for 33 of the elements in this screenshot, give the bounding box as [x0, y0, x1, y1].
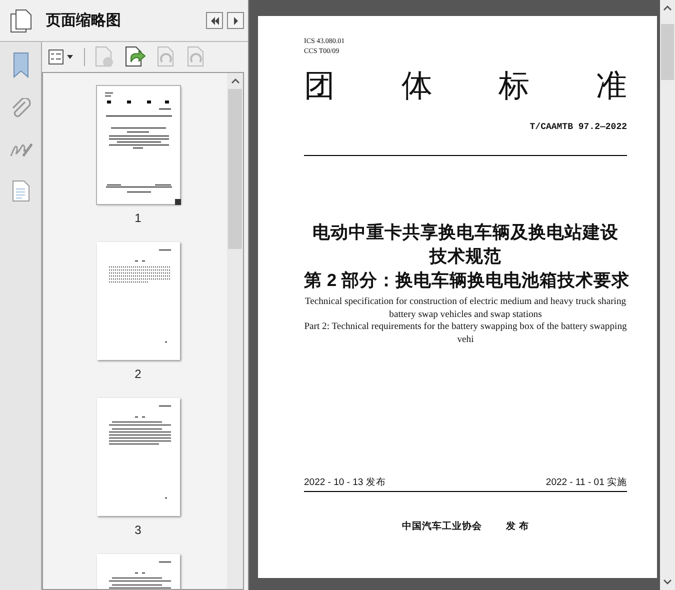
- scrollbar[interactable]: [227, 73, 243, 589]
- first-page-button[interactable]: [206, 12, 223, 29]
- part-title: 第 2 部分：换电车辆换电电池箱技术要求: [304, 269, 627, 292]
- next-page-button[interactable]: [227, 12, 244, 29]
- scrollbar[interactable]: [660, 0, 675, 590]
- page-number: 2: [134, 367, 142, 381]
- delete-page-icon: [95, 46, 115, 68]
- publisher-action: 发 布: [506, 520, 529, 533]
- pages-icon: [10, 8, 32, 32]
- panel-title: 页面缩略图: [46, 11, 122, 30]
- document-heading: 团体标准: [304, 68, 627, 104]
- scrollbar-thumb[interactable]: [661, 24, 674, 80]
- right-arrow-icon: [232, 16, 240, 26]
- english-part-title: Part 2: Technical requirements for the battery swapping box of the battery swapping vehi: [304, 321, 627, 346]
- scrollbar-thumb[interactable]: [228, 89, 242, 249]
- effective-date: 2022 - 11 - 01 实施: [546, 476, 627, 489]
- document-title: 技术规范: [428, 245, 502, 268]
- standard-number: T/CAAMTB 97.2—2022: [530, 122, 627, 132]
- double-left-arrow-icon: [210, 16, 220, 26]
- page-number: 3: [134, 523, 142, 537]
- english-title: Technical specification for construction of electric medium and heavy truck sharing battery swap vehicles and swap stations: [304, 296, 627, 321]
- page-thumbnail[interactable]: [96, 86, 180, 204]
- insert-page-icon[interactable]: [125, 46, 147, 68]
- page-thumbnail[interactable]: [96, 398, 180, 516]
- bookmark-icon[interactable]: [12, 52, 30, 78]
- document-title: 电动中重卡共享换电车辆及换电站建设: [312, 221, 620, 244]
- paperclip-icon[interactable]: [10, 98, 32, 120]
- options-icon[interactable]: [48, 49, 74, 65]
- page-thumbnail[interactable]: [96, 242, 180, 360]
- publisher: 中国汽车工业协会: [402, 520, 482, 533]
- document-icon[interactable]: [12, 180, 30, 202]
- publish-date: 2022 - 10 - 13 发布: [304, 476, 386, 489]
- page-number: 1: [134, 211, 142, 225]
